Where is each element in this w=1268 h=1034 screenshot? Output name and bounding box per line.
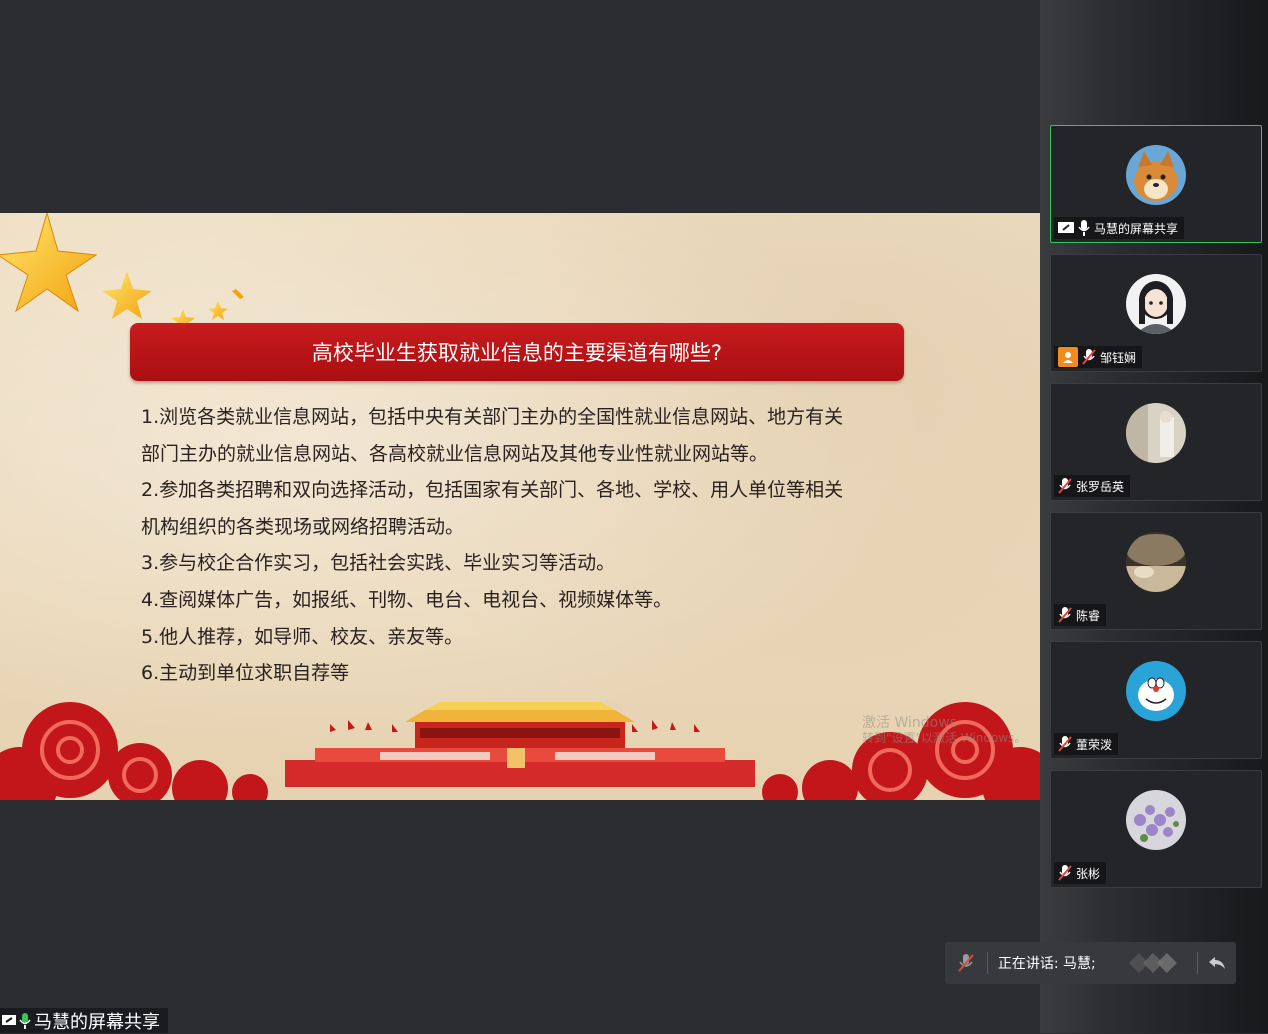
mic-muted-icon [1058, 736, 1072, 752]
participant-name-tag: 张罗岳英 [1054, 475, 1131, 497]
speaking-indicator: 正在讲话: 马慧; [945, 942, 1236, 984]
participant-tile-4[interactable]: 陈睿 [1050, 512, 1262, 630]
participant-name: 马慧的屏幕共享 [1094, 221, 1179, 236]
participant-name: 张罗岳英 [1076, 479, 1125, 494]
participant-name-tag: 董荣泼 [1054, 733, 1119, 755]
collapse-button[interactable] [1198, 956, 1236, 970]
participant-tile-3[interactable]: 张罗岳英 [1050, 383, 1262, 501]
windows-activation-watermark: 激活 Windows 转到"设置"以激活 Windows。 [862, 716, 1026, 746]
participant-name: 邹钰娴 [1100, 350, 1137, 365]
slide-line-6: 4.查阅媒体广告，如报纸、刊物、电台、电视台、视频媒体等。 [141, 588, 673, 611]
slide-line-1: 1.浏览各类就业信息网站，包括中央有关部门主办的全国性就业信息网站、地方有关 [141, 406, 844, 428]
screen-share-label: 马慧的屏幕共享 [0, 1008, 168, 1033]
participant-tile-2[interactable]: 邹钰娴 [1050, 254, 1262, 372]
mic-muted-icon [1058, 478, 1072, 494]
slide-line-8: 6.主动到单位求职自荐等 [141, 662, 350, 685]
watermark-line-1: 激活 Windows [862, 715, 957, 731]
slide-line-5: 3.参与校企合作实习，包括社会实践、毕业实习等活动。 [141, 552, 616, 575]
slide-line-3: 2.参加各类招聘和双向选择活动，包括国家有关部门、各地、学校、用人单位等相关 [141, 479, 844, 502]
stars-decoration [0, 213, 244, 331]
slide-line-7: 5.他人推荐，如导师、校友、亲友等。 [141, 625, 464, 648]
person-badge-icon [1058, 347, 1078, 367]
return-arrow-icon [1209, 957, 1226, 969]
mic-muted-icon [1082, 349, 1096, 365]
flower-avatar [1126, 790, 1186, 850]
mic-muted-icon [1058, 607, 1072, 623]
mic-muted-icon [1058, 865, 1072, 881]
room-photo-avatar [1126, 403, 1186, 463]
participant-name-tag: 邹钰娴 [1054, 346, 1143, 368]
participant-tile-6[interactable]: 张彬 [1050, 770, 1262, 888]
slide-line-2: 部门主办的就业信息网站、各高校就业信息网站及其他专业性就业网站等。 [141, 442, 769, 465]
watermark-line-2: 转到"设置"以激活 Windows。 [862, 731, 1027, 745]
slide-body-text: 1.浏览各类就业信息网站，包括中央有关部门主办的全国性就业信息网站、地方有关 部… [141, 399, 911, 692]
participant-tile-1[interactable]: 马慧的屏幕共享 [1050, 125, 1262, 243]
screen-share-icon [2, 1014, 16, 1025]
participant-name-tag: 马慧的屏幕共享 [1054, 217, 1185, 239]
landscape-avatar [1126, 532, 1186, 592]
doraemon-avatar [1126, 661, 1186, 721]
participant-name-tag: 陈睿 [1054, 604, 1107, 626]
presentation-slide: 高校毕业生获取就业信息的主要渠道有哪些? 1.浏览各类就业信息网站，包括中央有关… [0, 213, 1040, 800]
mic-muted-icon [958, 954, 974, 972]
shared-screen-area: 高校毕业生获取就业信息的主要渠道有哪些? 1.浏览各类就业信息网站，包括中央有关… [0, 0, 1040, 1033]
share-label-text: 马慧的屏幕共享 [34, 1011, 160, 1033]
participant-name-tag: 张彬 [1054, 862, 1107, 884]
participant-name: 张彬 [1076, 866, 1101, 881]
speaking-text: 正在讲话: 马慧; [997, 956, 1096, 972]
mic-icon [1078, 220, 1090, 236]
participant-name: 董荣泼 [1076, 737, 1113, 752]
anime-girl-avatar [1126, 274, 1186, 334]
mic-active-icon [19, 1012, 31, 1029]
slide-line-4: 机构组织的各类现场或网络招聘活动。 [141, 515, 465, 538]
divider [986, 952, 988, 974]
speaker-avatars-icon [1129, 953, 1178, 973]
shiba-dog-avatar [1126, 145, 1186, 205]
mic-muted-toggle[interactable] [945, 954, 987, 972]
participant-tile-5[interactable]: 董荣泼 [1050, 641, 1262, 759]
participant-name: 陈睿 [1076, 608, 1101, 623]
screen-share-icon [1058, 222, 1074, 233]
slide-title: 高校毕业生获取就业信息的主要渠道有哪些? [130, 323, 904, 381]
